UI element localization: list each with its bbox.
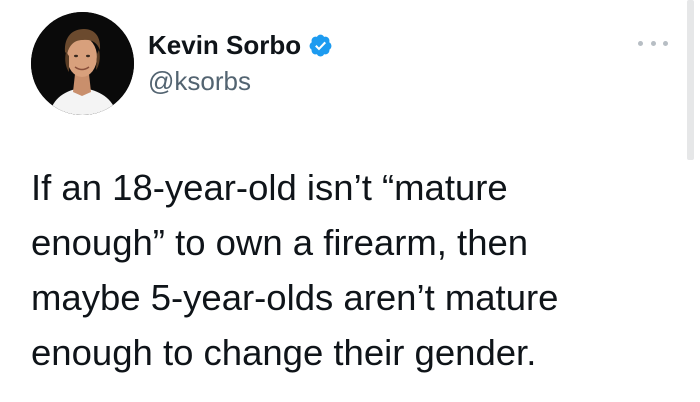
author-handle[interactable]: @ksorbs <box>148 66 251 96</box>
display-name[interactable]: Kevin Sorbo <box>148 30 301 60</box>
avatar[interactable] <box>31 12 134 115</box>
more-horizontal-icon <box>663 40 668 46</box>
tweet-text-line: maybe 5-year-olds aren’t mature <box>31 277 559 318</box>
scrollbar[interactable] <box>687 0 694 160</box>
more-horizontal-icon <box>638 40 643 46</box>
more-options-button[interactable] <box>638 36 668 50</box>
tweet-card: Kevin Sorbo @ksorbs If an 18-year-old is… <box>0 0 700 402</box>
profile-photo-icon <box>31 12 134 115</box>
more-horizontal-icon <box>650 40 656 46</box>
author-name-row: Kevin Sorbo <box>148 30 333 60</box>
tweet-text-line: enough to change their gender. <box>31 332 537 373</box>
tweet-text: If an 18-year-old isn’t “mature enough” … <box>31 160 671 380</box>
tweet-text-line: enough” to own a firearm, then <box>31 222 529 263</box>
tweet-text-line: If an 18-year-old isn’t “mature <box>31 167 508 208</box>
verified-badge-icon <box>308 33 333 58</box>
